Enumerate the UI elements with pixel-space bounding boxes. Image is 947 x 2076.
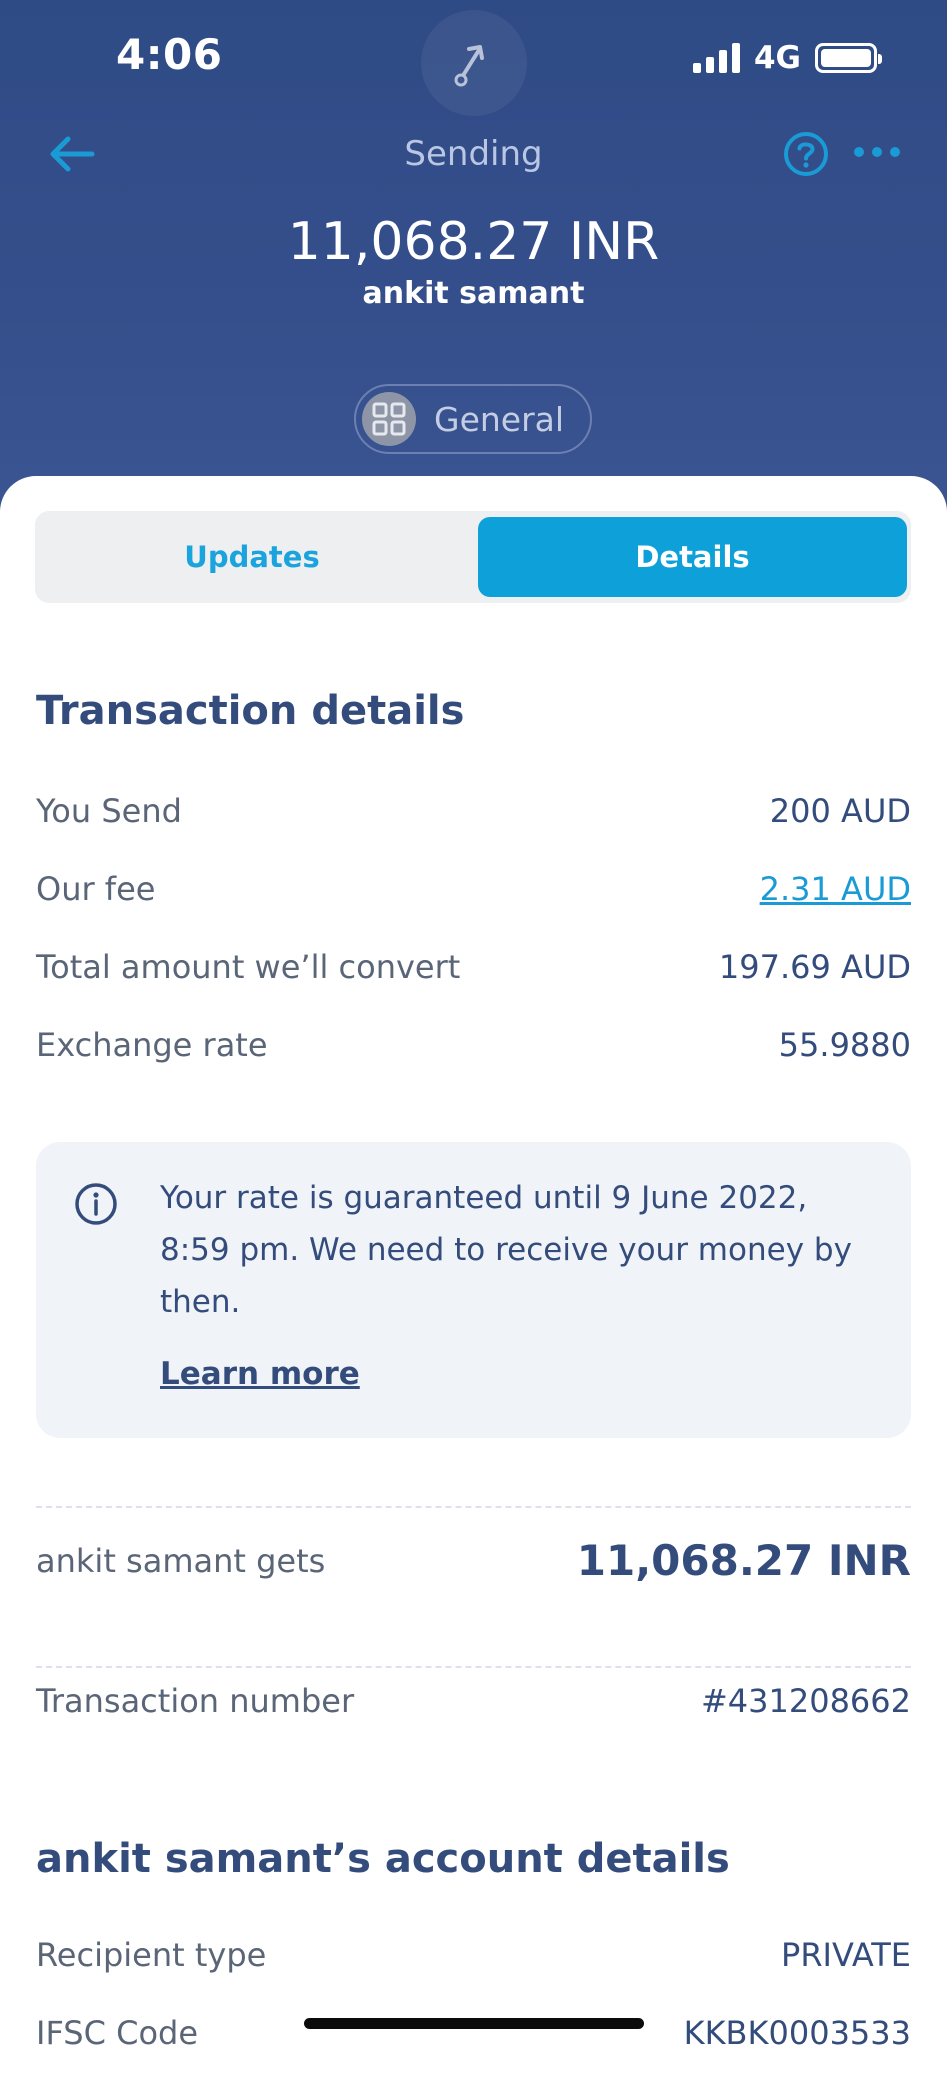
category-chip[interactable]: General: [354, 384, 592, 454]
help-button[interactable]: [782, 130, 830, 178]
home-indicator[interactable]: [304, 2018, 644, 2029]
detail-label: Total amount we’ll convert: [36, 948, 461, 986]
status-time: 4:06: [116, 30, 223, 79]
detail-value: 55.9880: [778, 1026, 911, 1064]
detail-row-our-fee: Our fee 2.31 AUD: [36, 870, 911, 908]
transaction-number-label: Transaction number: [36, 1682, 355, 1720]
recipient-gets-value: 11,068.27 INR: [576, 1536, 911, 1585]
tab-details[interactable]: Details: [478, 517, 907, 597]
more-options-button[interactable]: [852, 140, 902, 164]
detail-row-total-convert: Total amount we’ll convert 197.69 AUD: [36, 948, 911, 986]
category-label: General: [434, 399, 565, 439]
status-indicators: 4G: [692, 38, 882, 78]
location-arrow-icon: [454, 45, 484, 87]
detail-value: KKBK0003533: [683, 2014, 911, 2052]
transaction-number-row: Transaction number #431208662: [36, 1682, 911, 1720]
fee-link[interactable]: 2.31 AUD: [760, 870, 911, 908]
notice-text: Your rate is guaranteed until 9 June 202…: [160, 1180, 852, 1320]
header: 4:06 4G Sending 11,068.27 INR ankit sama…: [0, 0, 947, 520]
tab-updates[interactable]: Updates: [39, 517, 465, 597]
recipient-name: ankit samant: [362, 276, 585, 311]
info-icon: [75, 1183, 117, 1225]
details-card: Updates Details Transaction details You …: [0, 476, 947, 2076]
detail-value: 197.69 AUD: [718, 948, 911, 986]
detail-label: Recipient type: [36, 1936, 267, 1974]
detail-value: PRIVATE: [781, 1936, 911, 1974]
more-dots-icon: [854, 147, 900, 157]
location-indicator: [421, 10, 527, 116]
signal-icon: [692, 43, 740, 73]
detail-label: Our fee: [36, 870, 156, 908]
grid-icon: [362, 392, 416, 446]
detail-label: You Send: [36, 792, 182, 830]
detail-value: 200 AUD: [769, 792, 911, 830]
account-details-heading: ankit samant’s account details: [36, 1836, 730, 1882]
tab-switcher: Updates Details: [35, 511, 911, 603]
detail-row-exchange-rate: Exchange rate 55.9880: [36, 1026, 911, 1064]
help-icon: [784, 132, 828, 176]
recipient-gets-label: ankit samant gets: [36, 1541, 326, 1580]
rate-guarantee-notice: Your rate is guaranteed until 9 June 202…: [36, 1142, 911, 1438]
account-row-recipient-type: Recipient type PRIVATE: [36, 1936, 911, 1974]
divider: [36, 1666, 911, 1668]
divider: [36, 1506, 911, 1508]
transaction-details-heading: Transaction details: [36, 688, 465, 734]
recipient-gets-row: ankit samant gets 11,068.27 INR: [36, 1536, 911, 1585]
transfer-amount: 11,068.27 INR: [287, 212, 660, 272]
network-type: 4G: [753, 40, 801, 76]
detail-row-you-send: You Send 200 AUD: [36, 792, 911, 830]
detail-label: Exchange rate: [36, 1026, 268, 1064]
transaction-number-value: #431208662: [700, 1682, 911, 1720]
detail-label: IFSC Code: [36, 2014, 199, 2052]
battery-icon: [815, 43, 882, 73]
learn-more-link[interactable]: Learn more: [160, 1356, 360, 1392]
